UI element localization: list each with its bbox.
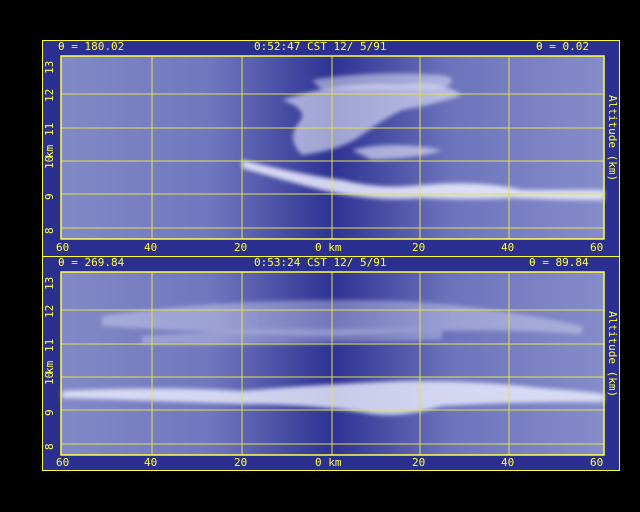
y-tick: 13 bbox=[43, 276, 56, 290]
theta-right-label: θ = 0.02 bbox=[536, 40, 589, 53]
y-tick: 11 bbox=[43, 338, 56, 352]
timestamp-label: 0:52:47 CST 12/ 5/91 bbox=[254, 40, 387, 53]
y-tick: 8 bbox=[43, 227, 56, 234]
theta-left-label: θ = 269.84 bbox=[58, 256, 125, 269]
y-axis-unit-left: km bbox=[43, 144, 56, 158]
x-tick: 40 bbox=[501, 241, 515, 254]
x-tick: 60 bbox=[56, 456, 70, 469]
y-tick: 13 bbox=[43, 60, 56, 74]
y-axis-title-right: Altitude (km) bbox=[606, 311, 619, 398]
x-tick: 20 bbox=[234, 241, 248, 254]
x-tick: 40 bbox=[144, 241, 158, 254]
x-tick: 60 bbox=[590, 241, 604, 254]
y-tick: 8 bbox=[43, 443, 56, 450]
y-tick: 9 bbox=[43, 193, 56, 200]
theta-right-label: θ = 89.84 bbox=[529, 256, 589, 269]
y-tick: 9 bbox=[43, 409, 56, 416]
x-tick: 60 bbox=[590, 456, 604, 469]
y-tick: 12 bbox=[43, 304, 56, 318]
lidar-panel-top: θ = 180.02 0:52:47 CST 12/ 5/91 θ = 0.02… bbox=[42, 40, 620, 257]
theta-left-label: θ = 180.02 bbox=[58, 40, 125, 53]
y-axis-unit-left: km bbox=[43, 360, 56, 374]
panel-bottom-graphic bbox=[42, 256, 620, 471]
x-tick: 20 bbox=[234, 456, 248, 469]
x-tick: 40 bbox=[501, 456, 515, 469]
x-tick: 20 bbox=[412, 241, 426, 254]
x-tick: 40 bbox=[144, 456, 158, 469]
timestamp-label: 0:53:24 CST 12/ 5/91 bbox=[254, 256, 387, 269]
y-tick: 12 bbox=[43, 88, 56, 102]
y-axis-title-right: Altitude (km) bbox=[606, 95, 619, 182]
x-tick: 0 km bbox=[315, 241, 342, 254]
y-tick: 11 bbox=[43, 122, 56, 136]
panel-top-graphic bbox=[42, 40, 620, 257]
x-tick: 60 bbox=[56, 241, 70, 254]
x-tick: 0 km bbox=[315, 456, 342, 469]
lidar-panel-bottom: θ = 269.84 0:53:24 CST 12/ 5/91 θ = 89.8… bbox=[42, 256, 620, 471]
x-tick: 20 bbox=[412, 456, 426, 469]
